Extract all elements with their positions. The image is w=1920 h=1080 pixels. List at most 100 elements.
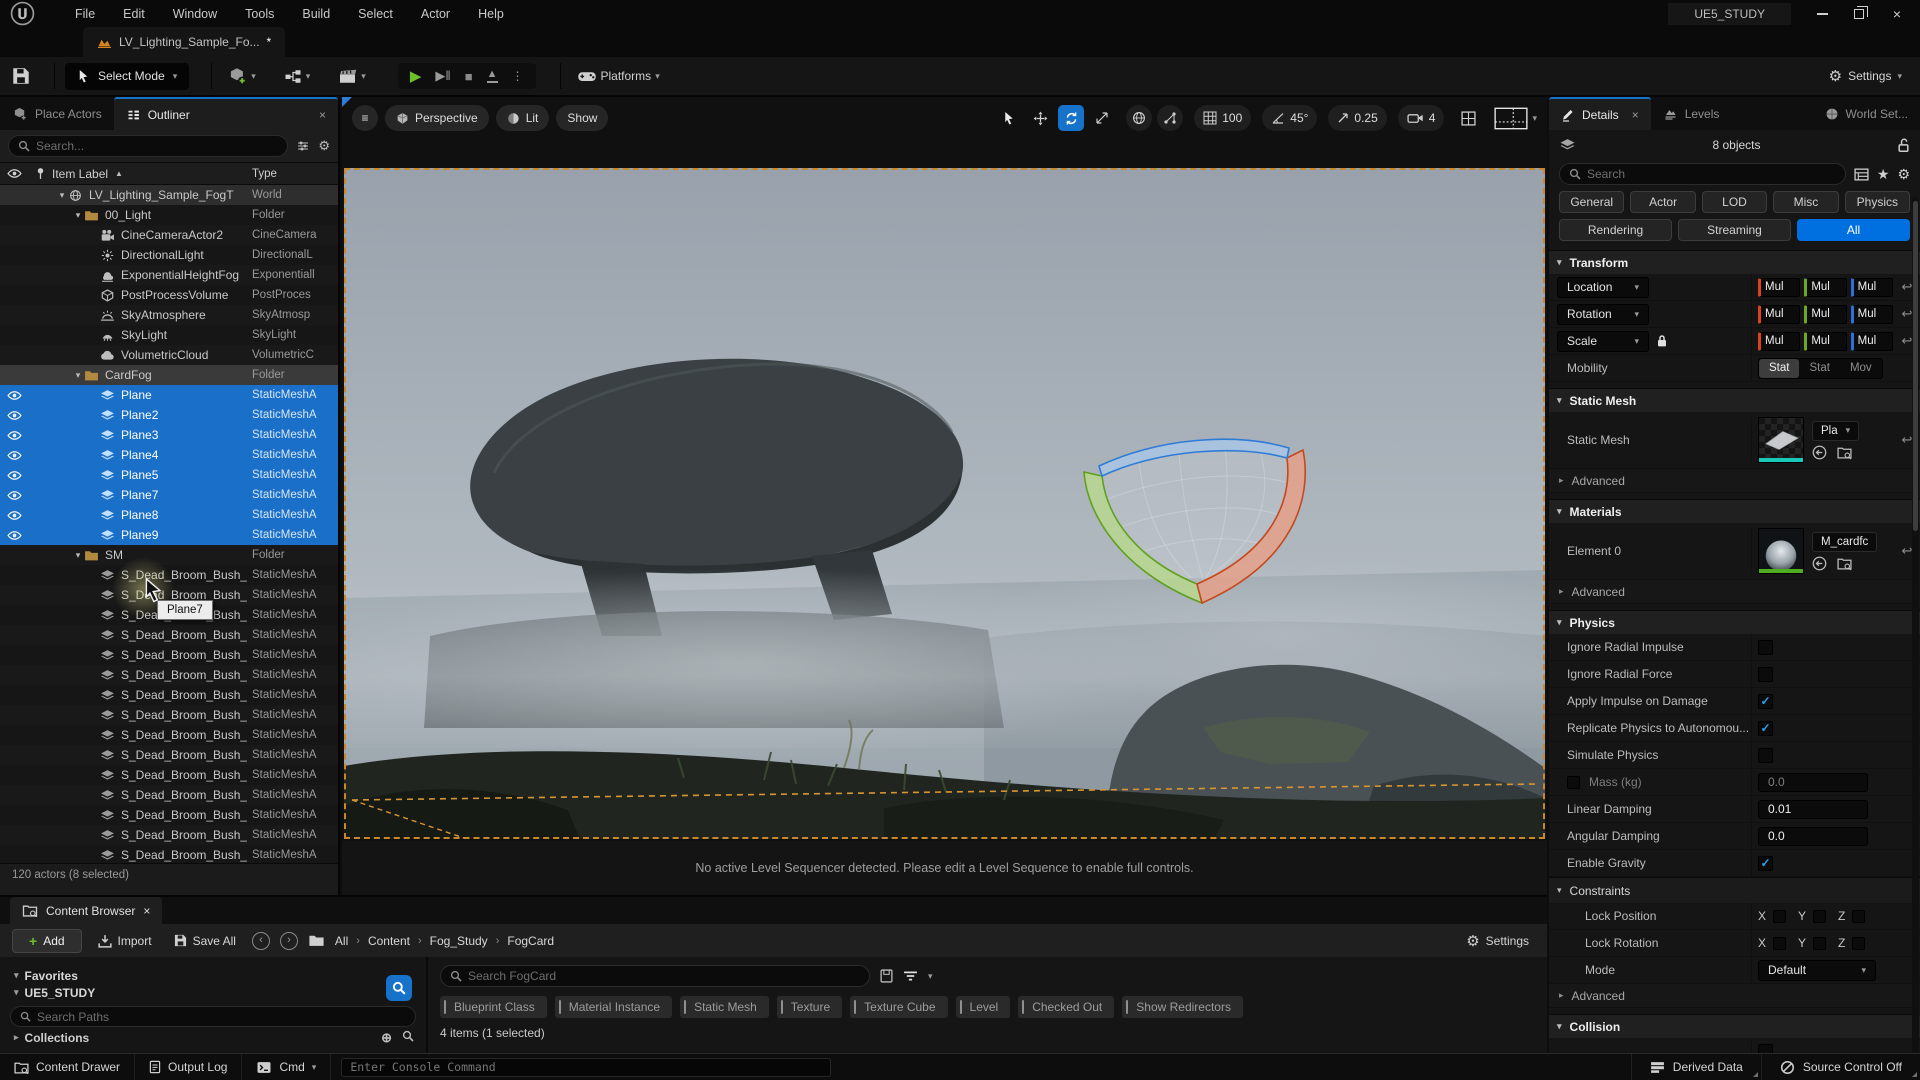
static-mesh-asset-dropdown[interactable]: Pla ▾ [1812,421,1859,441]
rotation-snap-control[interactable]: 45° [1262,105,1317,131]
add-button[interactable]: +Add [12,929,82,953]
outliner-row[interactable]: S_Dead_Broom_Bush_ StaticMeshA [0,705,338,725]
item-label-column-header[interactable]: Item Label [52,167,108,181]
rotate-tool-icon[interactable] [1058,105,1084,131]
visibility-toggle[interactable] [0,650,28,661]
outliner-row[interactable]: S_Dead_Broom_Bush_ StaticMeshA [0,565,338,585]
asset-filter-chip[interactable]: Texture Cube [850,996,947,1018]
back-button[interactable]: ‹ [252,932,270,950]
menubar-item[interactable]: File [63,4,107,24]
outliner-row[interactable]: Plane3 StaticMeshA [0,425,338,445]
lock-position-x-checkbox[interactable] [1773,910,1786,923]
asset-search-input[interactable] [468,969,860,983]
visibility-toggle[interactable] [0,470,28,481]
visibility-toggle[interactable] [0,630,28,641]
show-dropdown[interactable]: Show [556,105,608,131]
content-browser-tab[interactable]: Content Browser × [10,897,162,924]
outliner-row[interactable]: CineCameraActor2 CineCamera [0,225,338,245]
source-control-button[interactable]: Source Control Off [1761,1054,1920,1080]
asset-filter-chip[interactable]: Checked Out [1018,996,1114,1018]
filters-icon[interactable] [903,970,918,982]
visibility-toggle[interactable] [0,770,28,781]
filter-chip[interactable]: Streaming [1678,219,1791,241]
visibility-toggle[interactable] [0,590,28,601]
save-search-icon[interactable] [880,969,893,983]
breadcrumb-item[interactable]: FogCard [507,934,554,948]
visibility-toggle[interactable] [0,690,28,701]
expander-arrow-icon[interactable]: ▾ [72,370,84,381]
visibility-toggle[interactable] [0,290,28,301]
z-value-field[interactable]: Mul [1851,278,1893,297]
property-checkbox[interactable] [1758,667,1773,682]
visibility-toggle[interactable] [0,270,28,281]
x-value-field[interactable]: Mul [1758,305,1800,324]
material-thumbnail[interactable] [1758,528,1804,574]
visibility-toggle[interactable] [0,830,28,841]
constraint-mode-dropdown[interactable]: Default ▾ [1758,960,1876,981]
physics-advanced-row[interactable]: ▸ Advanced [1549,984,1920,1008]
menubar-item[interactable]: Build [290,4,342,24]
z-value-field[interactable]: Mul [1851,332,1893,351]
material-asset-dropdown[interactable]: M_cardfc [1812,532,1877,552]
outliner-row[interactable]: Plane5 StaticMeshA [0,465,338,485]
override-checkbox[interactable] [1567,776,1580,789]
viewport-maximize-control[interactable]: ▾ [1494,107,1537,130]
transform-axis-dropdown[interactable]: Rotation ▾ [1557,304,1649,325]
filter-chip[interactable]: Misc [1773,191,1838,213]
scale-tool-icon[interactable] [1089,105,1115,131]
outliner-row[interactable]: S_Dead_Broom_Bush_ StaticMeshA [0,665,338,685]
physics-section-header[interactable]: ▾ Physics [1549,610,1920,634]
tab-place-actors[interactable]: Place Actors [0,97,114,130]
y-value-field[interactable]: Mul [1804,332,1846,351]
visibility-toggle[interactable] [0,850,28,861]
close-icon[interactable]: × [1632,108,1639,122]
visibility-toggle[interactable] [0,570,28,581]
outliner-row[interactable]: S_Dead_Broom_Bush_ StaticMeshA [0,765,338,785]
filter-chip[interactable]: All [1797,219,1910,241]
grid-snap-control[interactable]: 100 [1194,105,1251,131]
console-command-input[interactable] [341,1058,831,1077]
frame-skip-button[interactable]: ▶‖ [435,68,450,84]
asset-filter-chip[interactable]: Material Instance [555,996,672,1018]
visibility-toggle[interactable] [0,510,28,521]
outliner-row[interactable]: VolumetricCloud VolumetricC [0,345,338,365]
outliner-row[interactable]: S_Dead_Broom_Bush_ StaticMeshA [0,685,338,705]
details-search[interactable] [1559,163,1846,185]
constraints-subsection-header[interactable]: ▾ Constraints [1549,877,1920,903]
stop-button[interactable]: ■ [465,69,473,84]
lock-rotation-z-checkbox[interactable] [1852,937,1865,950]
outliner-row[interactable]: S_Dead_Broom_Bush_ StaticMeshA [0,725,338,745]
asset-search[interactable] [440,965,870,987]
static-mesh-advanced-row[interactable]: ▸ Advanced [1549,469,1920,493]
visibility-toggle[interactable] [0,730,28,741]
filter-chip[interactable]: LOD [1702,191,1767,213]
transform-section-header[interactable]: ▾ Transform [1549,250,1920,274]
visibility-toggle[interactable] [0,190,28,201]
outliner-row[interactable]: Plane2 StaticMeshA [0,405,338,425]
filter-chip[interactable]: Rendering [1559,219,1672,241]
static-mesh-section-header[interactable]: ▾ Static Mesh [1549,388,1920,412]
outliner-row[interactable]: ExponentialHeightFog Exponentiall [0,265,338,285]
mobility-option[interactable]: Stat [1759,359,1799,378]
menubar-item[interactable]: Window [161,4,229,24]
expander-arrow-icon[interactable]: ▾ [72,210,84,221]
visibility-toggle[interactable] [0,550,28,561]
mobility-option[interactable]: Mov [1840,359,1882,378]
asset-filter-chip[interactable]: Show Redirectors [1122,996,1243,1018]
add-collection-icon[interactable]: ⊕ [381,1030,392,1046]
x-value-field[interactable]: Mul [1758,332,1800,351]
use-selected-asset-icon[interactable] [1812,445,1827,460]
favorites-star-icon[interactable]: ★ [1877,166,1890,183]
details-scrollbar[interactable] [1912,197,1919,1053]
visibility-toggle[interactable] [0,790,28,801]
search-paths[interactable] [10,1006,416,1027]
visibility-toggle[interactable] [0,670,28,681]
menubar-item[interactable]: Help [466,4,516,24]
lit-dropdown[interactable]: Lit [496,105,550,131]
platforms-dropdown[interactable]: Platforms ▾ [571,65,666,87]
y-value-field[interactable]: Mul [1804,305,1846,324]
visibility-toggle[interactable] [0,530,28,541]
camera-speed-control[interactable]: 4 [1398,105,1445,131]
visibility-toggle[interactable] [0,210,28,221]
breadcrumb-item[interactable]: Fog_Study [430,934,488,948]
